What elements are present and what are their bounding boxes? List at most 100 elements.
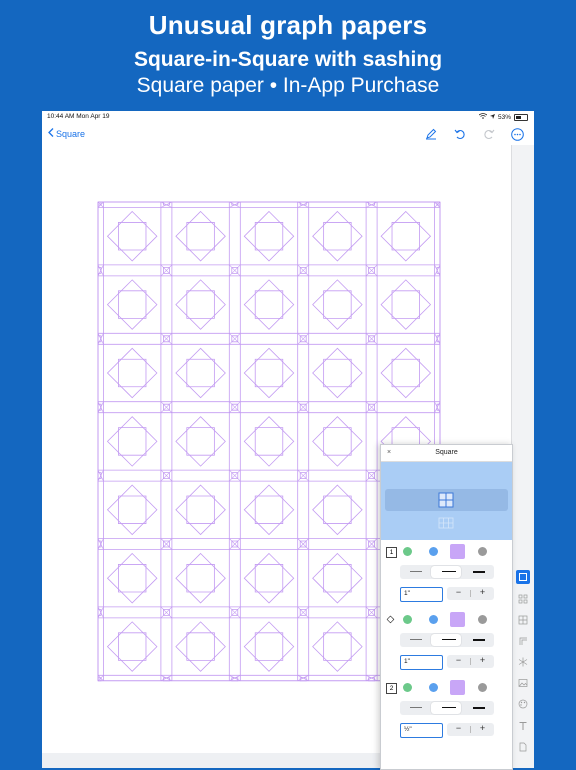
thick-line-option[interactable]	[473, 707, 485, 709]
block-shape	[380, 210, 432, 262]
block-shape	[243, 279, 295, 330]
line-weight-selector[interactable]	[400, 633, 494, 647]
purple-color-swatch[interactable]	[450, 680, 465, 695]
medium-line-option[interactable]	[442, 639, 456, 640]
thin-line-option[interactable]	[410, 639, 422, 640]
snowflake-tool-icon[interactable]	[516, 655, 530, 669]
block-shape	[323, 632, 352, 661]
promo-caption: Square paper • In-App Purchase	[136, 74, 440, 97]
block-shape	[186, 632, 215, 661]
gray-color-swatch[interactable]	[478, 547, 487, 556]
undo-icon[interactable]	[453, 127, 467, 141]
document-tool-icon[interactable]	[516, 740, 530, 754]
block-shape	[186, 358, 215, 388]
decrement-button[interactable]: −	[447, 587, 470, 597]
chevron-left-icon	[48, 128, 54, 139]
block-shape	[391, 358, 420, 388]
block-shape	[312, 279, 363, 330]
spacing-input[interactable]: 1"	[400, 655, 443, 670]
grid-style-icon	[438, 492, 454, 513]
thin-line-option[interactable]	[410, 707, 422, 708]
thick-line-option[interactable]	[473, 639, 485, 641]
grid-tool-icon[interactable]	[516, 592, 530, 606]
block-shape	[254, 632, 284, 661]
block-shape	[106, 552, 158, 604]
battery-percent: 53%	[497, 113, 511, 121]
thick-line-option[interactable]	[473, 571, 485, 573]
decrement-button[interactable]: −	[447, 655, 470, 665]
promo-headline: Unusual graph papers	[148, 10, 428, 40]
panel-title: Square	[435, 449, 458, 456]
block-shape	[175, 279, 226, 330]
location-icon	[489, 113, 495, 121]
redo-icon[interactable]	[482, 127, 496, 141]
block-shape	[175, 484, 226, 536]
line-weight-selector[interactable]	[400, 701, 494, 715]
block-shape	[106, 279, 158, 330]
block-shape	[380, 279, 432, 330]
square-tool-icon[interactable]	[516, 570, 530, 584]
medium-line-option[interactable]	[442, 707, 456, 708]
block-shape	[175, 552, 226, 604]
gray-color-swatch[interactable]	[478, 615, 487, 624]
line-section: 2 ½" − +	[381, 680, 512, 747]
palette-tool-icon[interactable]	[516, 697, 530, 711]
spacing-stepper[interactable]: − +	[447, 655, 494, 668]
increment-button[interactable]: +	[471, 655, 494, 665]
wifi-icon	[478, 113, 488, 121]
block-shape	[312, 210, 363, 262]
square-settings-panel: × Square 1 1" − + ◇ 1" − +2 ½" − +	[380, 444, 513, 770]
section-badge: 2	[386, 683, 397, 694]
battery-icon	[514, 113, 528, 121]
block-shape	[254, 222, 284, 251]
decrement-button[interactable]: −	[447, 723, 470, 733]
gray-color-swatch[interactable]	[478, 683, 487, 692]
purple-color-swatch[interactable]	[450, 612, 465, 627]
block-shape	[118, 564, 147, 593]
block-shape	[118, 427, 147, 456]
line-weight-selector[interactable]	[400, 565, 494, 579]
block-shape	[312, 416, 363, 467]
block-shape	[243, 347, 295, 399]
thin-line-option[interactable]	[410, 571, 422, 572]
promo-subheadline: Square-in-Square with sashing	[133, 48, 443, 71]
block-shape	[186, 495, 215, 524]
blue-color-swatch[interactable]	[429, 683, 438, 692]
block-shape	[106, 621, 158, 672]
corner-tool-icon[interactable]	[516, 634, 530, 648]
block-shape	[118, 495, 147, 524]
blue-color-swatch[interactable]	[429, 615, 438, 624]
back-label: Square	[56, 128, 86, 139]
green-color-swatch[interactable]	[403, 547, 412, 556]
block-shape	[243, 210, 295, 262]
spacing-value: 1"	[404, 658, 410, 665]
text-tool-icon[interactable]	[516, 719, 530, 733]
status-bar: 10:44 AM Mon Apr 19 53%	[42, 111, 534, 123]
spacing-input[interactable]: ½"	[400, 723, 443, 738]
increment-button[interactable]: +	[471, 587, 494, 597]
increment-button[interactable]: +	[471, 723, 494, 733]
block-shape	[243, 621, 295, 672]
back-button[interactable]: Square	[48, 128, 85, 139]
block-shape	[323, 222, 352, 251]
green-color-swatch[interactable]	[403, 615, 412, 624]
green-color-swatch[interactable]	[403, 683, 412, 692]
blue-color-swatch[interactable]	[429, 547, 438, 556]
block-shape	[175, 416, 226, 467]
purple-color-swatch[interactable]	[450, 544, 465, 559]
spacing-stepper[interactable]: − +	[447, 587, 494, 600]
image-tool-icon[interactable]	[516, 676, 530, 690]
grid-style-picker[interactable]	[381, 462, 512, 540]
block-shape	[323, 290, 352, 319]
pen-icon[interactable]	[424, 127, 438, 141]
medium-line-option[interactable]	[442, 571, 456, 572]
table-tool-icon[interactable]	[516, 613, 530, 627]
block-shape	[323, 358, 352, 388]
block-shape	[186, 290, 215, 319]
block-shape	[106, 416, 158, 467]
spacing-input[interactable]: 1"	[400, 587, 443, 602]
block-shape	[254, 564, 284, 593]
block-shape	[118, 222, 147, 251]
spacing-stepper[interactable]: − +	[447, 723, 494, 736]
more-icon[interactable]	[510, 127, 524, 141]
